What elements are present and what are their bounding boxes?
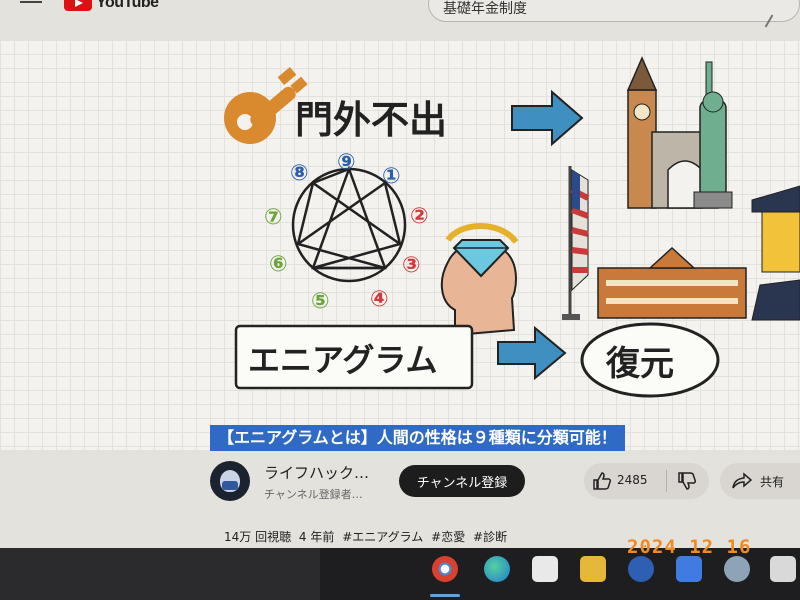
menu-icon[interactable] [20,0,42,6]
number-4: ④ [370,287,389,312]
chrome-icon[interactable] [432,556,458,582]
enneagram-label: エニアグラム [248,341,437,379]
heading-text: 門外不出 [295,98,447,142]
like-dislike-group: 2485 [584,463,709,499]
logo-text: YouTube [96,0,159,11]
hashtag[interactable]: #恋愛 [431,530,465,544]
us-flag-icon [562,166,590,320]
facebook-icon[interactable] [628,556,654,582]
number-9: ⑨ [337,150,356,175]
restore-oval: 復元 [580,322,720,398]
folder-icon[interactable] [580,556,606,582]
hashtag[interactable]: #診断 [473,530,507,544]
view-count: 14万 回視聴 [224,530,292,544]
number-7: ⑦ [264,205,283,230]
app-icon[interactable] [724,556,750,582]
top-bar: YouTube [0,0,800,28]
number-5: ⑤ [311,289,330,314]
channel-subscriber-count: チャンネル登録者… [264,488,363,501]
number-2: ② [410,204,429,229]
head-diamond-icon [440,223,519,337]
chrome-active-indicator [430,594,460,597]
thumbs-down-icon[interactable] [677,472,697,490]
share-label: 共有 [760,475,785,489]
share-button[interactable]: 共有 [720,463,800,499]
thumbs-up-icon[interactable] [592,472,612,490]
share-icon [732,472,752,489]
restore-label: 復元 [605,344,674,384]
enneagram-label-box: エニアグラム [234,324,474,390]
school-building-icon [597,246,747,319]
upload-age: 4 年前 [298,530,335,544]
thumbnail-illustration: 門外不出 ⑨ ① ② ③ ④ ⑤ ⑥ ⑦ ⑧ エニアグラム 復元 [224,56,800,398]
video-title: 【エニアグラムとは】人間の性格は９種類に分類可能！ [210,425,625,451]
notes-icon[interactable] [532,556,558,582]
hashtag[interactable]: #エニアグラム [342,530,423,544]
number-6: ⑥ [269,252,288,277]
taskbar-search-area[interactable] [0,548,320,600]
photo-timestamp: 2024 12 16 [627,536,752,558]
number-3: ③ [402,253,421,278]
subscribe-button[interactable]: チャンネル登録 [399,465,525,497]
arrow-bottom-icon [497,325,567,381]
news-icon[interactable] [770,556,796,582]
number-8: ⑧ [290,161,309,186]
channel-name[interactable]: ライフハック… [264,462,369,483]
search-input[interactable] [443,0,743,16]
play-logo-icon [64,0,92,11]
youtube-watch-page: YouTube 門外不出 [0,0,800,548]
search-box[interactable] [428,0,800,22]
avatar-mask [222,481,238,490]
channel-avatar[interactable] [210,461,250,501]
like-count: 2485 [617,473,648,487]
like-divider [666,470,667,492]
youtube-logo[interactable]: YouTube [64,0,159,12]
graduate-icon [751,185,800,321]
video-player[interactable]: 門外不出 ⑨ ① ② ③ ④ ⑤ ⑥ ⑦ ⑧ エニアグラム 復元 [0,40,800,450]
video-meta: 14万 回視聴 4 年前 #エニアグラム #恋愛 #診断 [224,528,511,545]
number-1: ① [382,164,401,189]
arrow-top-icon [511,89,584,147]
edge-icon[interactable] [484,556,510,582]
calendar-icon[interactable] [676,556,702,582]
statue-of-liberty-icon [693,61,733,209]
